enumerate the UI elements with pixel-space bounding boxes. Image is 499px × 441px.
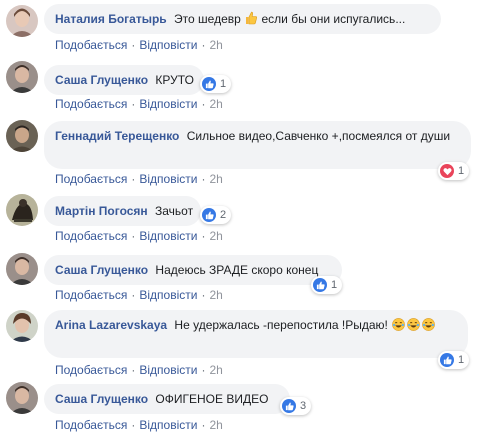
- comment-timestamp[interactable]: 2h: [209, 288, 222, 302]
- avatar[interactable]: [6, 120, 38, 152]
- comment-bubble: Геннадий Терещенко Сильное видео,Савченк…: [44, 121, 471, 169]
- like-reaction-icon: [440, 353, 454, 367]
- separator-dot: ·: [201, 229, 206, 243]
- reply-link[interactable]: Відповісти: [139, 97, 197, 111]
- reaction-count: 1: [331, 279, 338, 291]
- separator-dot: ·: [131, 38, 136, 52]
- like-reaction-icon: [282, 399, 296, 413]
- reaction-count: 1: [458, 354, 465, 366]
- avatar[interactable]: [6, 310, 38, 342]
- separator-dot: ·: [131, 229, 136, 243]
- like-link[interactable]: Подобається: [55, 229, 127, 243]
- reply-link[interactable]: Відповісти: [139, 418, 197, 432]
- comment-text: Это шедевр: [174, 12, 241, 26]
- comment-actions: Подобається · Відповісти · 2h: [55, 288, 223, 302]
- comment-text: Надеюсь ЗРАДЕ скоро конец: [155, 263, 319, 277]
- comment-actions: Подобається · Відповісти · 2h: [55, 172, 223, 186]
- reaction-count: 3: [300, 400, 307, 412]
- comment-author[interactable]: Геннадий Терещенко: [55, 129, 179, 143]
- comment-text: Зачьот: [155, 204, 194, 218]
- like-link[interactable]: Подобається: [55, 38, 127, 52]
- love-reaction-icon: [440, 164, 454, 178]
- separator-dot: ·: [131, 288, 136, 302]
- comment-timestamp[interactable]: 2h: [209, 38, 222, 52]
- separator-dot: ·: [201, 418, 206, 432]
- comment-text: ОФИГЕНОЕ ВИДЕО: [155, 392, 269, 406]
- like-link[interactable]: Подобається: [55, 172, 127, 186]
- comment-text: КРУТО: [155, 73, 194, 87]
- reaction-summary[interactable]: 1: [438, 351, 470, 369]
- avatar[interactable]: [6, 253, 38, 285]
- separator-dot: ·: [131, 418, 136, 432]
- comment-bubble: Саша Глущенко КРУТО: [44, 65, 204, 95]
- reply-link[interactable]: Відповісти: [139, 38, 197, 52]
- comment-bubble: Саша Глущенко Надеюсь ЗРАДЕ скоро конец: [44, 255, 342, 285]
- like-reaction-icon: [202, 77, 216, 91]
- like-reaction-icon: [313, 278, 327, 292]
- comment-bubble: Наталия Богатырь Это шедевр если бы они …: [44, 4, 441, 34]
- comment-author[interactable]: Саша Глущенко: [55, 263, 148, 277]
- comment-timestamp[interactable]: 2h: [209, 172, 222, 186]
- comment-author[interactable]: Саша Глущенко: [55, 392, 148, 406]
- like-link[interactable]: Подобається: [55, 97, 127, 111]
- comment-bubble: Мартін Погосян Зачьот: [44, 196, 201, 226]
- reaction-summary[interactable]: 1: [200, 75, 232, 93]
- like-reaction-icon: [202, 208, 216, 222]
- separator-dot: ·: [131, 97, 136, 111]
- comment-text: Сильное видео,Савченко +,посмеялся от ду…: [186, 129, 451, 143]
- comment-author[interactable]: Наталия Богатырь: [55, 12, 167, 26]
- laughing-emoji-icon: [407, 318, 421, 331]
- laughing-emoji-icon: [422, 318, 436, 331]
- comment-actions: Подобається · Відповісти · 2h: [55, 38, 223, 52]
- separator-dot: ·: [131, 363, 136, 377]
- separator-dot: ·: [201, 288, 206, 302]
- laughing-emoji-icon: [392, 318, 406, 331]
- like-link[interactable]: Подобається: [55, 418, 127, 432]
- comment-text-continued: если бы они испугались...: [261, 12, 406, 26]
- comment-timestamp[interactable]: 2h: [209, 229, 222, 243]
- comment-actions: Подобається · Відповісти · 2h: [55, 229, 223, 243]
- reaction-summary[interactable]: 1: [438, 162, 470, 180]
- comment-bubble: Arina Lazarevskaya Не удержалась -перепо…: [44, 310, 468, 358]
- avatar[interactable]: [6, 382, 38, 414]
- reaction-summary[interactable]: 2: [200, 206, 232, 224]
- avatar[interactable]: [6, 61, 38, 93]
- reply-link[interactable]: Відповісти: [139, 363, 197, 377]
- reaction-count: 1: [220, 78, 227, 90]
- comment-author[interactable]: Мартін Погосян: [55, 204, 148, 218]
- comment-text: Не удержалась -перепостила !Рыдаю!: [174, 318, 388, 332]
- separator-dot: ·: [201, 363, 206, 377]
- like-link[interactable]: Подобається: [55, 288, 127, 302]
- comment-bubble: Саша Глущенко ОФИГЕНОЕ ВИДЕО: [44, 384, 290, 414]
- reply-link[interactable]: Відповісти: [139, 172, 197, 186]
- comment-author[interactable]: Саша Глущенко: [55, 73, 148, 87]
- reaction-summary[interactable]: 1: [311, 276, 343, 294]
- comment-author[interactable]: Arina Lazarevskaya: [55, 318, 167, 332]
- comment-actions: Подобається · Відповісти · 2h: [55, 363, 223, 377]
- comment-actions: Подобається · Відповісти · 2h: [55, 97, 223, 111]
- comment-timestamp[interactable]: 2h: [209, 418, 222, 432]
- avatar[interactable]: [6, 194, 38, 226]
- reaction-count: 1: [458, 165, 465, 177]
- separator-dot: ·: [201, 172, 206, 186]
- avatar[interactable]: [6, 5, 38, 37]
- comment-actions: Подобається · Відповісти · 2h: [55, 418, 223, 432]
- separator-dot: ·: [131, 172, 136, 186]
- like-link[interactable]: Подобається: [55, 363, 127, 377]
- separator-dot: ·: [201, 38, 206, 52]
- reaction-count: 2: [220, 209, 227, 221]
- reaction-summary[interactable]: 3: [280, 397, 312, 415]
- reply-link[interactable]: Відповісти: [139, 288, 197, 302]
- thumbs-up-emoji-icon: [244, 11, 258, 29]
- reply-link[interactable]: Відповісти: [139, 229, 197, 243]
- comment-timestamp[interactable]: 2h: [209, 97, 222, 111]
- separator-dot: ·: [201, 97, 206, 111]
- comment-timestamp[interactable]: 2h: [209, 363, 222, 377]
